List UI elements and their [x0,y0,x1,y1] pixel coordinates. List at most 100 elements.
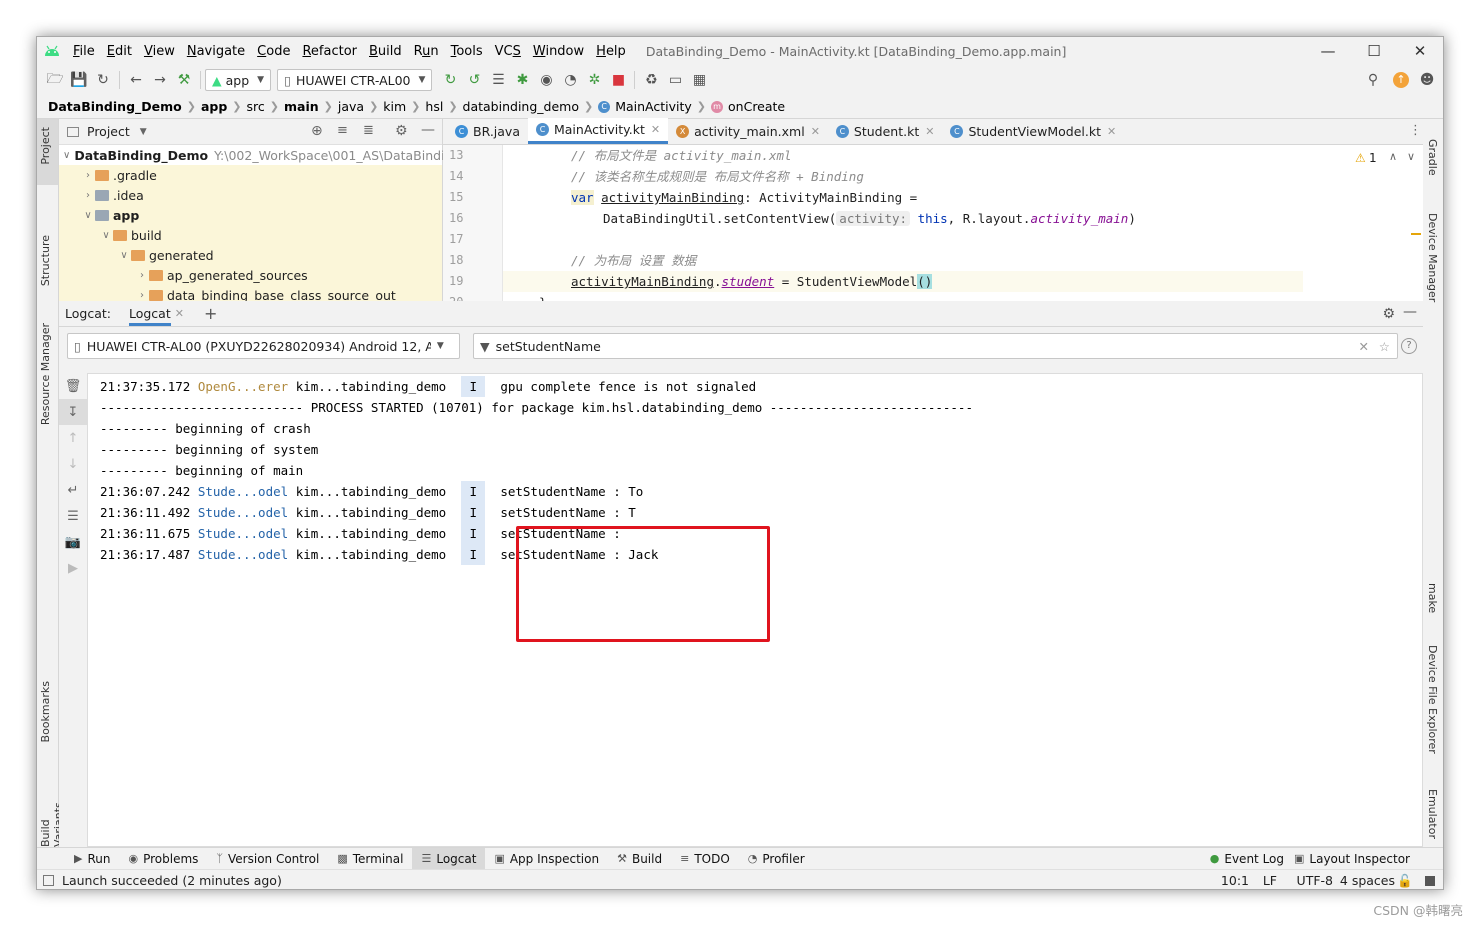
editor-tab[interactable]: C Student.kt ✕ [828,118,943,144]
strip-device-manager[interactable]: Device Manager [1426,213,1439,302]
back-icon[interactable]: ← [124,68,148,92]
strip-project[interactable]: Project [39,127,52,165]
toolwindow-event-log[interactable]: ● Event Log [1201,848,1293,870]
toolwindow-todo[interactable]: ≡ TODO [671,848,739,870]
gear-icon[interactable]: ⚙ [395,123,408,139]
menu-help[interactable]: Help [590,44,632,59]
screen-record-icon[interactable]: ▶ [59,555,87,581]
strip-emulator[interactable]: Emulator [1426,789,1439,839]
menu-build[interactable]: Build [363,44,408,59]
close-tab-icon[interactable]: ✕ [811,125,820,138]
profile-icon[interactable]: ◔ [558,68,582,92]
build-hammer-icon[interactable]: ⚒ [172,68,196,92]
menu-navigate[interactable]: Navigate [181,44,251,59]
menu-file[interactable]: File [67,44,101,59]
menu-tools[interactable]: Tools [445,44,489,59]
menu-run[interactable]: Run [408,44,445,59]
gear-icon[interactable]: ⚙ [1382,306,1395,322]
soft-wrap-icon[interactable]: ↵ [59,477,87,503]
chevron-right-icon[interactable]: › [81,170,95,181]
toolwindow-problems[interactable]: ◉ Problems [119,848,207,870]
chevron-right-icon[interactable]: › [81,190,95,201]
editor-tab[interactable]: C StudentViewModel.kt ✕ [942,118,1124,144]
memory-indicator-icon[interactable] [1425,875,1435,886]
collapse-all-icon[interactable]: ≣ [363,123,374,138]
chevron-down-icon[interactable]: ∨ [99,230,113,241]
sdk-manager-icon[interactable]: ▦ [687,68,711,92]
file-encoding[interactable]: UTF-8 [1297,873,1333,888]
chevron-down-icon[interactable]: ∨ [117,250,131,261]
project-view-selector[interactable]: Project [87,124,130,139]
minimize-icon[interactable]: — [1305,37,1351,65]
apply-changes-icon[interactable]: ↻ [438,68,462,92]
trash-icon[interactable]: 🗑 [59,373,87,399]
tree-row[interactable]: › .gradle [59,165,442,185]
hide-icon[interactable]: — [1403,304,1417,320]
status-message[interactable]: Launch succeeded (2 minutes ago) [62,873,282,888]
line-separator[interactable]: LF [1263,873,1277,888]
chevron-right-icon[interactable]: › [135,270,149,281]
run-config-selector[interactable]: ▲ app ▼ [205,69,272,91]
menu-vcs[interactable]: VCS [489,44,527,59]
hide-icon[interactable]: — [421,122,435,138]
save-icon[interactable]: 💾 [67,68,91,92]
add-tab-icon[interactable]: + [204,304,217,323]
tree-row[interactable]: ∨ build [59,225,442,245]
coverage-icon[interactable]: ◉ [534,68,558,92]
editor-tab[interactable]: C MainActivity.kt ✕ [527,118,669,144]
toolwindow-app-inspection[interactable]: ▣ App Inspection [485,848,608,870]
expand-all-icon[interactable]: ≡ [337,123,348,138]
strip-device-file-explorer[interactable]: Device File Explorer [1426,645,1439,754]
breadcrumb-item[interactable]: onCreate [728,99,785,114]
chevron-right-icon[interactable]: › [135,290,149,301]
maximize-icon[interactable]: ☐ [1351,37,1397,65]
breadcrumb-item[interactable]: src [247,99,265,114]
lock-icon[interactable]: 🔓 [1397,873,1413,889]
clear-icon[interactable]: ✕ [1359,339,1369,354]
chevron-down-icon[interactable]: ∨ [81,210,95,221]
tree-row-root[interactable]: ∨ DataBinding_Demo Y:\002_WorkSpace\001_… [59,145,445,165]
device-manager-icon[interactable]: ▭ [663,68,687,92]
menu-view[interactable]: View [138,44,181,59]
close-tab-icon[interactable]: ✕ [925,125,934,138]
toolwindow-build[interactable]: ⚒ Build [608,848,671,870]
close-tab-icon[interactable]: ✕ [651,123,660,136]
strip-make[interactable]: make [1426,583,1439,613]
sync-gradle-icon[interactable]: ♻ [639,68,663,92]
chevron-down-icon[interactable]: ▼ [140,127,147,137]
tab-menu-icon[interactable]: ⋮ [1409,123,1422,138]
close-icon[interactable]: ✕ [1397,37,1443,65]
code-area[interactable]: // 布局文件是 activity_main.xml // 该类名称生成规则是 … [503,145,1303,301]
toolwindow-run[interactable]: ▶ Run [65,848,119,870]
layout-toggle-icon[interactable] [43,875,54,886]
breadcrumb-item[interactable]: DataBinding_Demo [48,99,182,114]
menu-refactor[interactable]: Refactor [296,44,363,59]
toolwindow-layout-inspector[interactable]: ▣ Layout Inspector [1285,848,1419,870]
toolwindow-terminal[interactable]: ▩ Terminal [328,848,412,870]
tree-row[interactable]: ∨ app [59,205,442,225]
stop-icon[interactable]: ■ [606,68,630,92]
star-icon[interactable]: ☆ [1379,339,1390,354]
open-folder-icon[interactable]: 🗁 [43,68,67,92]
arrow-down-icon[interactable]: ↓ [59,451,87,477]
indent-setting[interactable]: 4 spaces [1340,873,1395,888]
breadcrumb-item[interactable]: main [284,99,319,114]
menu-window[interactable]: Window [527,44,590,59]
arrow-up-icon[interactable]: ↑ [59,425,87,451]
device-filter-dropdown[interactable]: ▯ HUAWEI CTR-AL00 (PXUYD22628020934) And… [67,333,460,359]
breadcrumb-item[interactable]: java [338,99,364,114]
toolwindow-profiler[interactable]: ◔ Profiler [739,848,814,870]
menu-edit[interactable]: Edit [101,44,138,59]
apply-code-changes-icon[interactable]: ↺ [462,68,486,92]
logcat-output[interactable]: 21:37:35.172 OpenG...erer kim...tabindin… [87,373,1423,847]
toolwindow-logcat[interactable]: ☰ Logcat [412,847,486,870]
menu-code[interactable]: Code [251,44,296,59]
logcat-search-field[interactable]: ▼ setStudentName ✕ ☆ [473,333,1398,359]
close-tab-icon[interactable]: ✕ [175,307,184,320]
strip-gradle[interactable]: Gradle [1426,139,1439,176]
search-icon[interactable]: ⚲ [1361,68,1385,92]
breadcrumb-item[interactable]: MainActivity [615,99,692,114]
breadcrumb-item[interactable]: hsl [425,99,443,114]
account-icon[interactable]: ☻ [1415,68,1439,92]
tree-row[interactable]: › .idea [59,185,442,205]
